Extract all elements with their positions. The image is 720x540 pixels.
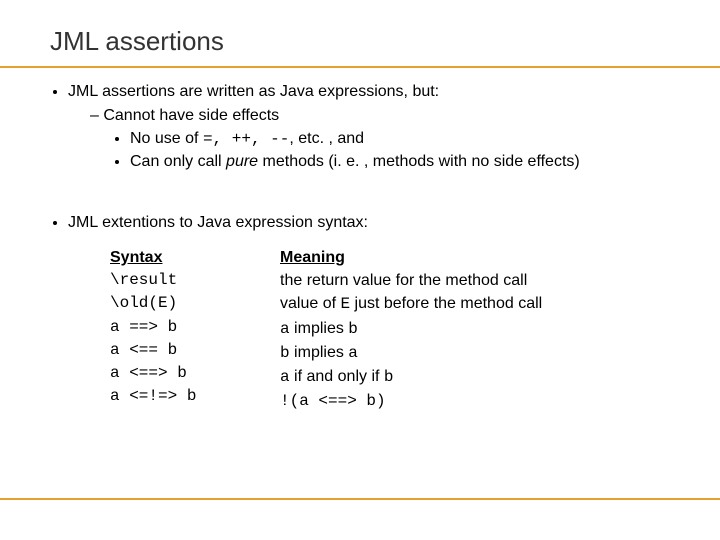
mean-5-code: !(a <==> b) bbox=[280, 392, 386, 410]
bullet-1-1a-ops: =, ++, -- bbox=[203, 130, 289, 148]
bullet-1-1b: Can only call pure methods (i. e. , meth… bbox=[130, 151, 690, 173]
slide-body: JML assertions are written as Java expre… bbox=[50, 81, 690, 413]
slide-title: JML assertions bbox=[50, 26, 690, 57]
slide: JML assertions JML assertions are writte… bbox=[0, 0, 720, 540]
bullet-1: JML assertions are written as Java expre… bbox=[68, 81, 690, 172]
bullet-1-1b-em: pure bbox=[226, 153, 258, 170]
bullet-1-1a-post: , etc. , and bbox=[289, 130, 364, 147]
mean-1-code: E bbox=[340, 295, 350, 313]
col-syntax: Syntax \result \old(E) a ==> b a <== b a… bbox=[110, 246, 280, 413]
mean-4-code2: b bbox=[384, 368, 394, 386]
bullet-1-1: Cannot have side effects No use of =, ++… bbox=[90, 105, 690, 173]
mean-3-code2: a bbox=[348, 344, 358, 362]
mean-2-mid: implies bbox=[290, 320, 349, 337]
mean-2-code2: b bbox=[348, 320, 358, 338]
bullet-1-1a: No use of =, ++, --, etc. , and bbox=[130, 128, 690, 151]
mean-1-pre: value of bbox=[280, 295, 340, 312]
bullet-1-1-text: Cannot have side effects bbox=[103, 107, 279, 124]
mean-3-mid: implies bbox=[290, 344, 349, 361]
mean-4-code: a bbox=[280, 368, 290, 386]
mean-2-code: a bbox=[280, 320, 290, 338]
divider-bottom bbox=[0, 498, 720, 500]
syntax-table: Syntax \result \old(E) a ==> b a <== b a… bbox=[110, 246, 690, 413]
mean-5: !(a <==> b) bbox=[280, 389, 690, 413]
mean-1: value of E just before the method call bbox=[280, 292, 690, 316]
mean-3: b implies a bbox=[280, 341, 690, 365]
mean-4: a if and only if b bbox=[280, 365, 690, 389]
bullet-1-1b-pre: Can only call bbox=[130, 153, 226, 170]
bullet-1-text: JML assertions are written as Java expre… bbox=[68, 83, 439, 100]
syn-4: a <==> b bbox=[110, 362, 280, 385]
syn-5: a <=!=> b bbox=[110, 385, 280, 408]
mean-0: the return value for the method call bbox=[280, 269, 690, 292]
bullet-group-1: JML assertions are written as Java expre… bbox=[50, 81, 690, 172]
syn-3: a <== b bbox=[110, 339, 280, 362]
divider-top bbox=[0, 66, 720, 68]
mean-1-mid: just before the method call bbox=[350, 295, 542, 312]
bullet-1-1b-post: methods (i. e. , methods with no side ef… bbox=[258, 153, 580, 170]
hdr-syntax: Syntax bbox=[110, 246, 280, 269]
mean-4-mid: if and only if bbox=[290, 368, 384, 385]
mean-0-pre: the return value for the method call bbox=[280, 272, 527, 289]
hdr-meaning: Meaning bbox=[280, 246, 690, 269]
bullet-1-1a-pre: No use of bbox=[130, 130, 203, 147]
syn-0: \result bbox=[110, 269, 280, 292]
bullet-group-2: JML extentions to Java expression syntax… bbox=[50, 212, 690, 234]
mean-2: a implies b bbox=[280, 317, 690, 341]
col-meaning: Meaning the return value for the method … bbox=[280, 246, 690, 413]
mean-3-code: b bbox=[280, 344, 290, 362]
syn-2: a ==> b bbox=[110, 316, 280, 339]
syn-1: \old(E) bbox=[110, 292, 280, 315]
bullet-2-text: JML extentions to Java expression syntax… bbox=[68, 214, 368, 231]
bullet-2: JML extentions to Java expression syntax… bbox=[68, 212, 690, 234]
